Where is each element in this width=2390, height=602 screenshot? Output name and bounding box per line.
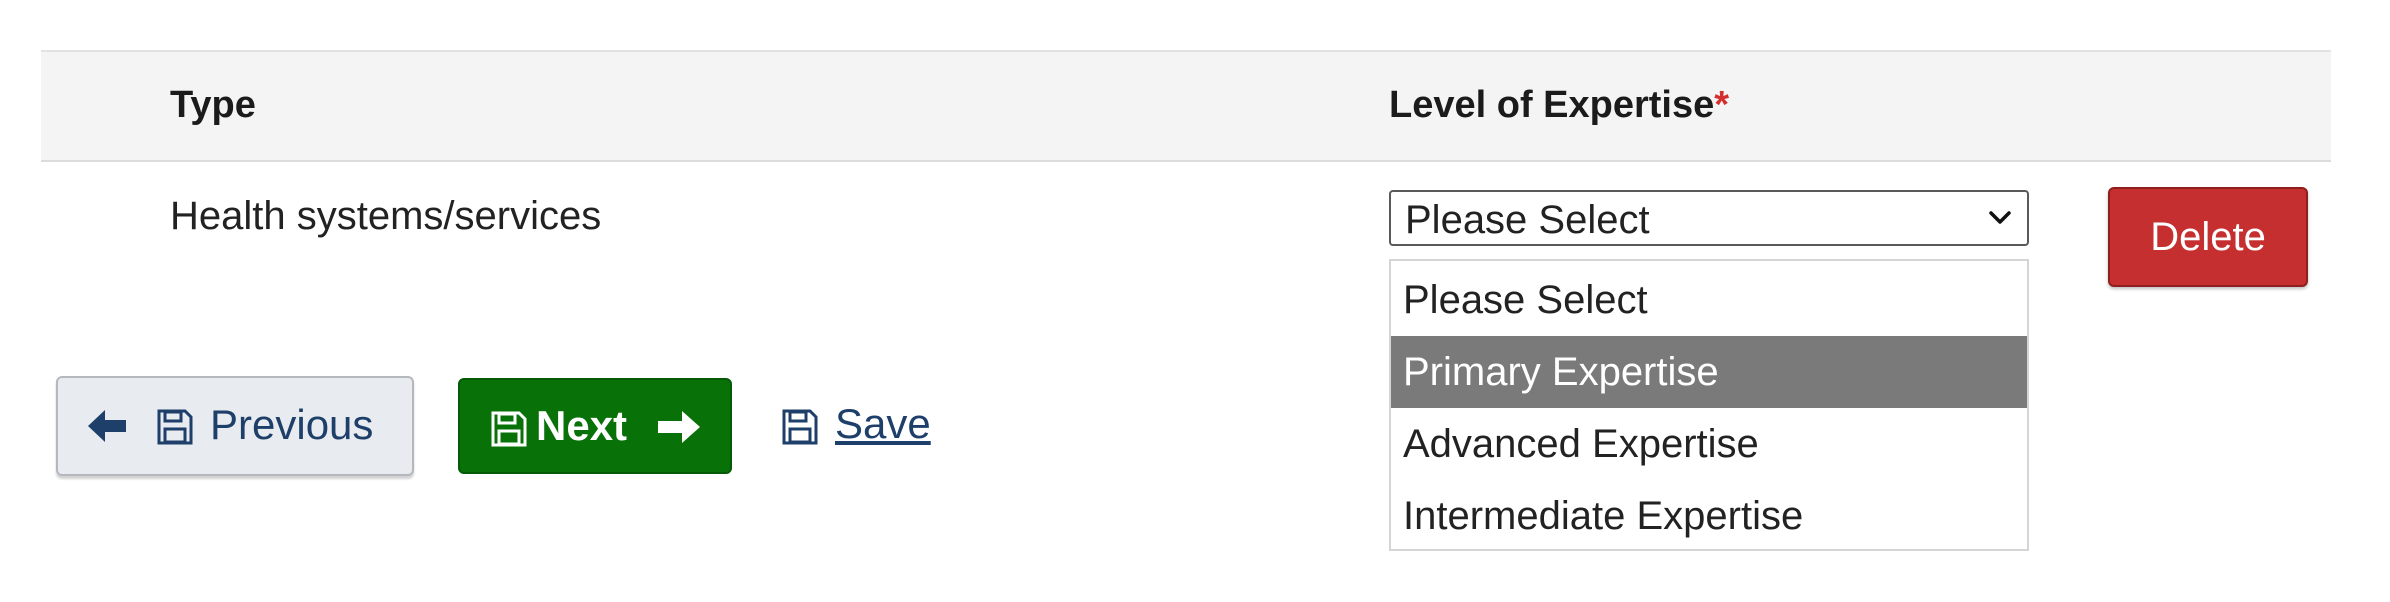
level-of-expertise-select[interactable]: Please Select — [1389, 190, 2029, 246]
expertise-form: Type Level of Expertise* Health systems/… — [0, 0, 2390, 602]
select-option-intermediate-expertise[interactable]: Intermediate Expertise — [1391, 480, 2027, 552]
next-button[interactable]: Next — [458, 378, 732, 474]
table-cell-type: Health systems/services — [170, 194, 602, 238]
previous-button[interactable]: Previous — [56, 376, 414, 476]
select-dropdown-list: Please Select Primary Expertise Advanced… — [1389, 259, 2029, 551]
floppy-disk-icon — [782, 409, 818, 445]
select-option-advanced-expertise[interactable]: Advanced Expertise — [1391, 408, 2027, 480]
next-button-label: Next — [536, 402, 628, 449]
select-option-primary-expertise[interactable]: Primary Expertise — [1391, 336, 2027, 408]
arrow-left-icon — [88, 410, 126, 442]
table-header: Type Level of Expertise* — [41, 50, 2331, 162]
save-link-label: Save — [835, 400, 931, 447]
floppy-disk-icon — [157, 409, 193, 445]
delete-button[interactable]: Delete — [2108, 187, 2308, 287]
select-option-please-select[interactable]: Please Select — [1391, 264, 2027, 336]
floppy-disk-icon — [491, 411, 527, 447]
column-header-level: Level of Expertise* — [1389, 84, 1729, 127]
previous-button-label: Previous — [210, 401, 374, 448]
chevron-down-icon — [1989, 211, 2011, 224]
select-value: Please Select — [1405, 198, 1650, 242]
column-header-type: Type — [170, 84, 256, 126]
arrow-right-icon — [658, 411, 700, 443]
column-header-level-label: Level of Expertise — [1389, 84, 1715, 126]
required-marker: * — [1714, 84, 1730, 126]
